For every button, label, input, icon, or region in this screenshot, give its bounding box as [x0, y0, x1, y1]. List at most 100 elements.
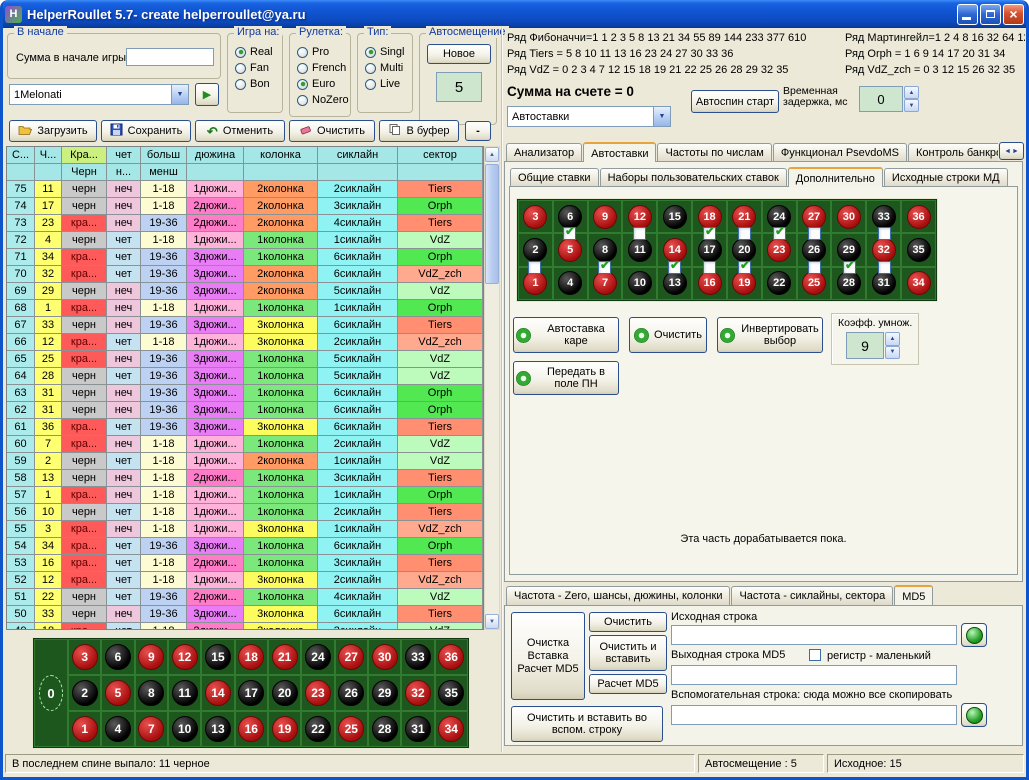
delay-spin-down-icon[interactable]: ▼	[904, 99, 919, 112]
table-row[interactable]: 6331черннеч19-363дюжи...1колонка6сиклайн…	[7, 385, 483, 402]
board-number-cell[interactable]: 31	[401, 711, 434, 747]
board-number-cell[interactable]: 15	[657, 200, 692, 233]
table-row[interactable]: 7511черннеч1-181дюжи...2колонка2сиклайнT…	[7, 181, 483, 198]
autobet-kare-button[interactable]: Автоставка каре	[513, 317, 619, 353]
md5-aux-action-button[interactable]	[961, 703, 987, 727]
board-number-cell[interactable]: 32	[401, 675, 434, 711]
board-number-cell[interactable]: 30	[368, 639, 401, 675]
board-select-checkbox[interactable]: ✔	[598, 261, 611, 274]
board-number-cell[interactable]: 7	[135, 711, 168, 747]
md5-all-in-one-button[interactable]: Очистка Вставка Расчет MD5	[511, 612, 585, 700]
load-button[interactable]: Загрузить	[9, 120, 97, 142]
board-number-cell[interactable]: 9	[135, 639, 168, 675]
tab-исходные-строки-мд[interactable]: Исходные строки МД	[884, 168, 1008, 187]
md5-clear-paste-aux-button[interactable]: Очистить и вставить во вспом. строку	[511, 706, 663, 742]
radio-singl[interactable]: Singl	[358, 44, 412, 60]
table-row[interactable]: 7323кра...неч19-362дюжи...2колонка4сикла…	[7, 215, 483, 232]
board-number-cell[interactable]: 36	[435, 639, 468, 675]
board-number-cell[interactable]: 28	[368, 711, 401, 747]
new-button[interactable]: Новое	[427, 44, 491, 64]
board-select-checkbox[interactable]	[808, 261, 821, 274]
board-number-cell[interactable]: 26	[335, 675, 368, 711]
board-select-checkbox[interactable]	[808, 227, 821, 240]
play-button[interactable]: ▶	[195, 83, 219, 106]
board-number-cell[interactable]: 3	[68, 639, 101, 675]
table-row[interactable]: 5033черннеч19-363дюжи...3колонка6сиклайн…	[7, 606, 483, 623]
table-row[interactable]: 724чернчет1-181дюжи...1колонка1сиклайнVd…	[7, 232, 483, 249]
board-select-checkbox[interactable]	[703, 261, 716, 274]
scroll-up-icon[interactable]: ▲	[485, 147, 499, 162]
table-row[interactable]: 6136кра...чет19-363дюжи...3колонка6сикла…	[7, 419, 483, 436]
tab-частота-сиклайны-сектора[interactable]: Частота - сиклайны, сектора	[731, 586, 893, 605]
minimize-button[interactable]	[957, 4, 978, 25]
scrollbar-thumb[interactable]	[485, 164, 499, 284]
copy-to-buffer-button[interactable]: В буфер	[379, 120, 459, 142]
radio-real[interactable]: Real	[228, 44, 282, 60]
board-number-cell[interactable]: 21	[268, 639, 301, 675]
board-number-cell[interactable]: 9	[588, 200, 623, 233]
table-row[interactable]: 5212кра...чет1-181дюжи...3колонка2сиклай…	[7, 572, 483, 589]
register-checkbox[interactable]	[809, 649, 821, 661]
radio-nozero[interactable]: NoZero	[290, 92, 350, 108]
board-select-checkbox[interactable]: ✔	[843, 261, 856, 274]
md5-source-action-button[interactable]	[961, 623, 987, 647]
chevron-down-icon[interactable]: ▼	[653, 107, 670, 126]
scroll-down-icon[interactable]: ▼	[485, 614, 499, 629]
board-number-cell[interactable]: 8	[135, 675, 168, 711]
tab-частоты-по-числам[interactable]: Частоты по числам	[657, 143, 771, 162]
coeff-spin-up-icon[interactable]: ▲	[885, 332, 900, 346]
board-select-checkbox[interactable]	[738, 227, 751, 240]
board-select-checkbox[interactable]: ✔	[668, 261, 681, 274]
board-number-cell[interactable]: 25	[335, 711, 368, 747]
restore-button[interactable]	[980, 4, 1001, 25]
board-number-cell[interactable]: 12	[168, 639, 201, 675]
board-number-cell[interactable]: 34	[901, 267, 936, 300]
board-number-cell[interactable]: 14	[201, 675, 234, 711]
table-row[interactable]: 571кра...неч1-181дюжи...1колонка1сиклайн…	[7, 487, 483, 504]
md5-output-input[interactable]	[671, 665, 957, 685]
collapse-button[interactable]: -	[465, 121, 491, 141]
table-row[interactable]: 681кра...неч1-181дюжи...1колонка1сиклайн…	[7, 300, 483, 317]
md5-clear-paste-button[interactable]: Очистить и вставить	[589, 635, 667, 671]
clear-button[interactable]: Очистить	[289, 120, 375, 142]
board-number-cell[interactable]: 5	[101, 675, 134, 711]
board-select-checkbox[interactable]: ✔	[773, 227, 786, 240]
tab-scroll-button[interactable]: ◄►	[999, 142, 1024, 160]
table-row[interactable]: 6231черннеч19-363дюжи...1колонка6сиклайн…	[7, 402, 483, 419]
autobet-combo[interactable]: Автоставки ▼	[507, 106, 671, 127]
md5-source-input[interactable]	[671, 625, 957, 645]
board-number-cell[interactable]: 6	[101, 639, 134, 675]
tab-частота-zero-шансы-дюжины-колонки[interactable]: Частота - Zero, шансы, дюжины, колонки	[506, 586, 730, 605]
table-row[interactable]: 6428чернчет19-363дюжи...1колонка5сиклайн…	[7, 368, 483, 385]
md5-calc-button[interactable]: Расчет MD5	[589, 674, 667, 694]
radio-multi[interactable]: Multi	[358, 60, 412, 76]
table-row[interactable]: 553кра...неч1-181дюжи...3колонка1сиклайн…	[7, 521, 483, 538]
table-row[interactable]: 5434кра...чет19-363дюжи...1колонка6сикла…	[7, 538, 483, 555]
board-number-cell[interactable]: 13	[201, 711, 234, 747]
board-zero-cell[interactable]: 0	[34, 639, 68, 747]
save-button[interactable]: Сохранить	[101, 120, 191, 142]
table-row[interactable]: 5610чернчет1-181дюжи...1колонка2сиклайнT…	[7, 504, 483, 521]
table-row[interactable]: 607кра...неч1-181дюжи...1колонка2сиклайн…	[7, 436, 483, 453]
tab-наборы-пользовательских-ставок[interactable]: Наборы пользовательских ставок	[600, 168, 787, 187]
tab-дополнительно[interactable]: Дополнительно	[788, 167, 883, 187]
table-row[interactable]: 7134кра...чет19-363дюжи...1колонка6сикла…	[7, 249, 483, 266]
table-row[interactable]: 7417черннеч1-182дюжи...2колонка3сиклайнO…	[7, 198, 483, 215]
tab-md5[interactable]: MD5	[894, 585, 933, 605]
board-number-cell[interactable]: 19	[268, 711, 301, 747]
board-select-checkbox[interactable]	[878, 261, 891, 274]
board-number-cell[interactable]: 30	[831, 200, 866, 233]
tab-автоставки[interactable]: Автоставки	[583, 142, 656, 162]
board-number-cell[interactable]: 18	[235, 639, 268, 675]
board-number-cell[interactable]: 34	[435, 711, 468, 747]
board-number-cell[interactable]: 20	[268, 675, 301, 711]
board-number-cell[interactable]: 36	[901, 200, 936, 233]
board-number-cell[interactable]: 35	[435, 675, 468, 711]
tab-функционал-psevdoms[interactable]: Функционал PsevdoMS	[773, 143, 907, 162]
board-number-cell[interactable]: 11	[168, 675, 201, 711]
md5-clear-button[interactable]: Очистить	[589, 612, 667, 632]
tab-общие-ставки[interactable]: Общие ставки	[510, 168, 599, 187]
board-number-cell[interactable]: 2	[68, 675, 101, 711]
board-number-cell[interactable]: 10	[622, 267, 657, 300]
coeff-spin-down-icon[interactable]: ▼	[885, 346, 900, 360]
